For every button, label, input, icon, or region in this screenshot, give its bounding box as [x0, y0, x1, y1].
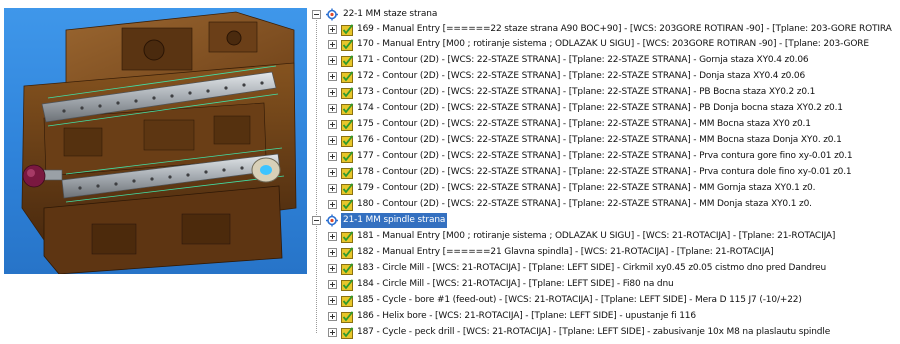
operation-row[interactable]: 178 - Contour (2D) - [WCS: 22-STAZE STRA… — [328, 165, 852, 180]
expand-icon[interactable] — [328, 184, 337, 193]
toolpath-check-icon — [341, 310, 354, 323]
group-label: 22-1 MM staze strana — [343, 9, 438, 19]
expand-icon[interactable] — [328, 136, 337, 145]
toolpath-check-icon — [341, 86, 354, 99]
group-label: 21-1 MM spindle strana — [341, 213, 448, 228]
toolpath-check-icon — [341, 150, 354, 163]
expand-icon[interactable] — [328, 280, 337, 289]
expand-icon[interactable] — [328, 88, 337, 97]
operation-row[interactable]: 171 - Contour (2D) - [WCS: 22-STAZE STRA… — [328, 53, 809, 68]
toolpath-check-icon — [341, 102, 354, 115]
toolpath-check-icon — [341, 118, 354, 131]
toolpath-check-icon — [341, 230, 354, 243]
toolpath-check-icon — [341, 182, 354, 195]
operation-label: 170 - Manual Entry [M00 ; rotiranje sist… — [357, 39, 869, 49]
operation-row[interactable]: 173 - Contour (2D) - [WCS: 22-STAZE STRA… — [328, 85, 815, 100]
toolpath-check-icon — [341, 166, 354, 179]
operation-label: 182 - Manual Entry [======21 Glavna spin… — [357, 247, 774, 257]
toolpath-check-icon — [341, 326, 354, 339]
toolpath-check-icon — [341, 294, 354, 307]
expand-icon[interactable] — [328, 56, 337, 65]
tree-group-staze-strana[interactable]: 22-1 MM staze strana — [312, 7, 439, 22]
operation-row[interactable]: 179 - Contour (2D) - [WCS: 22-STAZE STRA… — [328, 181, 815, 196]
toolpath-check-icon — [341, 278, 354, 291]
toolpath-check-icon — [341, 262, 354, 275]
operation-row[interactable]: 170 - Manual Entry [M00 ; rotiranje sist… — [328, 37, 869, 52]
tree-guide-line — [316, 16, 317, 216]
tree-group-spindle-strana[interactable]: 21-1 MM spindle strana — [312, 213, 448, 228]
toolpath-check-icon — [341, 54, 354, 67]
operation-label: 173 - Contour (2D) - [WCS: 22-STAZE STRA… — [357, 87, 816, 97]
operation-label: 181 - Manual Entry [M00 ; rotiranje sist… — [357, 231, 836, 241]
toolpath-check-icon — [341, 38, 354, 51]
operation-label: 184 - Circle Mill - [WCS: 21-ROTACIJA] -… — [357, 279, 674, 289]
graphics-viewport[interactable] — [4, 8, 307, 274]
operations-group-icon — [326, 214, 338, 227]
expand-icon[interactable] — [328, 104, 337, 113]
part-model-render — [21, 11, 297, 274]
operation-row[interactable]: 185 - Cycle - bore #1 (feed-out) - [WCS:… — [328, 293, 802, 308]
operation-label: 186 - Helix bore - [WCS: 21-ROTACIJA] - … — [357, 311, 696, 321]
collapse-icon[interactable] — [312, 10, 321, 19]
operation-row[interactable]: 175 - Contour (2D) - [WCS: 22-STAZE STRA… — [328, 117, 811, 132]
collapse-icon[interactable] — [312, 216, 321, 225]
operation-row[interactable]: 180 - Contour (2D) - [WCS: 22-STAZE STRA… — [328, 197, 812, 212]
operation-row[interactable]: 184 - Circle Mill - [WCS: 21-ROTACIJA] -… — [328, 277, 674, 292]
operation-row[interactable]: 176 - Contour (2D) - [WCS: 22-STAZE STRA… — [328, 133, 842, 148]
expand-icon[interactable] — [328, 328, 337, 337]
operation-label: 187 - Cycle - peck drill - [WCS: 21-ROTA… — [357, 327, 831, 337]
expand-icon[interactable] — [328, 296, 337, 305]
toolpath-check-icon — [341, 246, 354, 259]
operation-label: 185 - Cycle - bore #1 (feed-out) - [WCS:… — [357, 295, 802, 305]
operation-row[interactable]: 181 - Manual Entry [M00 ; rotiranje sist… — [328, 229, 835, 244]
operation-label: 172 - Contour (2D) - [WCS: 22-STAZE STRA… — [357, 71, 806, 81]
expand-icon[interactable] — [328, 25, 337, 34]
operation-label: 180 - Contour (2D) - [WCS: 22-STAZE STRA… — [357, 199, 812, 209]
operation-row[interactable]: 169 - Manual Entry [======22 staze stran… — [328, 22, 892, 37]
operation-label: 171 - Contour (2D) - [WCS: 22-STAZE STRA… — [357, 55, 809, 65]
operation-row[interactable]: 177 - Contour (2D) - [WCS: 22-STAZE STRA… — [328, 149, 853, 164]
operation-row[interactable]: 182 - Manual Entry [======21 Glavna spin… — [328, 245, 774, 260]
operation-label: 177 - Contour (2D) - [WCS: 22-STAZE STRA… — [357, 151, 853, 161]
operation-row[interactable]: 186 - Helix bore - [WCS: 21-ROTACIJA] - … — [328, 309, 696, 324]
operation-label: 169 - Manual Entry [======22 staze stran… — [357, 24, 892, 34]
expand-icon[interactable] — [328, 152, 337, 161]
expand-icon[interactable] — [328, 200, 337, 209]
operation-label: 178 - Contour (2D) - [WCS: 22-STAZE STRA… — [357, 167, 852, 177]
tree-guide-line — [316, 224, 317, 334]
toolpath-check-icon — [341, 134, 354, 147]
expand-icon[interactable] — [328, 264, 337, 273]
expand-icon[interactable] — [328, 248, 337, 257]
operation-label: 179 - Contour (2D) - [WCS: 22-STAZE STRA… — [357, 183, 816, 193]
operation-label: 175 - Contour (2D) - [WCS: 22-STAZE STRA… — [357, 119, 811, 129]
expand-icon[interactable] — [328, 120, 337, 129]
expand-icon[interactable] — [328, 168, 337, 177]
operation-row[interactable]: 172 - Contour (2D) - [WCS: 22-STAZE STRA… — [328, 69, 805, 84]
operation-label: 174 - Contour (2D) - [WCS: 22-STAZE STRA… — [357, 103, 843, 113]
operation-row[interactable]: 183 - Circle Mill - [WCS: 21-ROTACIJA] -… — [328, 261, 826, 276]
expand-icon[interactable] — [328, 312, 337, 321]
toolpath-check-icon — [341, 70, 354, 83]
operations-group-icon — [326, 8, 338, 21]
operation-label: 176 - Contour (2D) - [WCS: 22-STAZE STRA… — [357, 135, 842, 145]
expand-icon[interactable] — [328, 40, 337, 49]
operation-row[interactable]: 174 - Contour (2D) - [WCS: 22-STAZE STRA… — [328, 101, 843, 116]
expand-icon[interactable] — [328, 72, 337, 81]
operation-label: 183 - Circle Mill - [WCS: 21-ROTACIJA] -… — [357, 263, 827, 273]
expand-icon[interactable] — [328, 232, 337, 241]
toolpath-check-icon — [341, 198, 354, 211]
toolpath-check-icon — [341, 23, 354, 36]
operation-row[interactable]: 187 - Cycle - peck drill - [WCS: 21-ROTA… — [328, 325, 830, 340]
operations-tree: 22-1 MM staze strana 169 - Manual Entry … — [310, 0, 900, 344]
